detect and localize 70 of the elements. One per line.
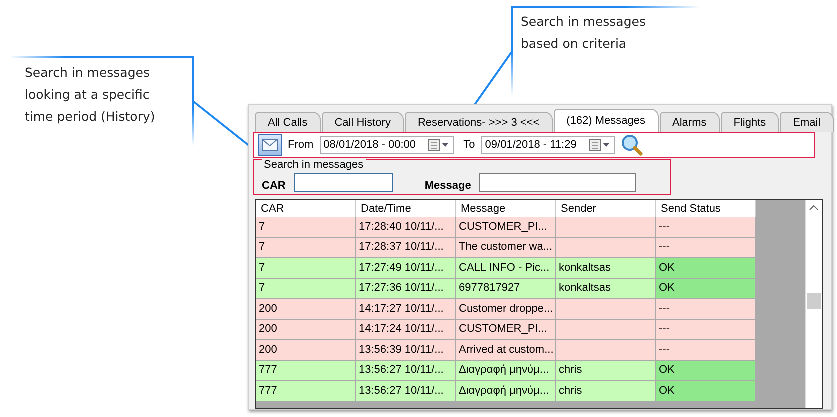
table-cell: konkaltsas xyxy=(556,278,656,299)
table-cell: OK xyxy=(656,381,756,402)
tab[interactable]: Email xyxy=(780,112,834,132)
envelope-icon[interactable] xyxy=(258,134,282,156)
tab[interactable]: Flights xyxy=(720,112,780,132)
scroll-up-icon[interactable] xyxy=(809,205,819,211)
scrollbar[interactable] xyxy=(805,200,822,408)
table-cell: --- xyxy=(656,217,756,238)
field-label: Message xyxy=(424,180,472,192)
scroll-thumb[interactable] xyxy=(807,293,821,309)
table-cell: 200 xyxy=(256,320,356,340)
tab[interactable]: Reservations- >>> 3 <<< xyxy=(404,112,553,132)
column-header[interactable]: Sender xyxy=(556,200,656,218)
calendar-icon[interactable] xyxy=(428,139,450,151)
column-header[interactable]: Send Status xyxy=(656,200,756,218)
table-cell: OK xyxy=(656,258,756,278)
from-label: From xyxy=(288,139,314,151)
table-cell: CUSTOMER_PI... xyxy=(456,217,556,238)
table-cell: 13:56:39 10/11/... xyxy=(356,340,456,360)
table-cell: OK xyxy=(656,278,756,299)
column-header[interactable]: Message xyxy=(456,200,556,218)
table-cell: --- xyxy=(656,340,756,360)
table-cell: 14:17:24 10/11/... xyxy=(356,320,456,340)
search-icon[interactable] xyxy=(621,134,644,156)
table-cell: --- xyxy=(656,320,756,340)
table-cell: 13:56:27 10/11/... xyxy=(356,360,456,381)
table-cell: konkaltsas xyxy=(556,258,656,278)
table-cell: The customer wa... xyxy=(456,238,556,258)
table-cell: Customer droppe... xyxy=(456,299,556,320)
table-cell: 17:27:49 10/11/... xyxy=(356,258,456,278)
tab[interactable]: Call History xyxy=(322,112,404,132)
table-cell: chris xyxy=(556,381,656,402)
field-label: CAR xyxy=(262,180,286,192)
input-field[interactable] xyxy=(479,173,636,192)
table-cell: --- xyxy=(656,299,756,320)
table-cell: chris xyxy=(556,360,656,381)
table-cell: 200 xyxy=(256,340,356,360)
table-cell: 200 xyxy=(256,299,356,320)
table-cell: 777 xyxy=(256,360,356,381)
table-cell: 7 xyxy=(256,217,356,238)
table-cell: 17:28:40 10/11/... xyxy=(356,217,456,238)
group-title: Search in messages xyxy=(262,159,366,171)
date-picker[interactable]: 09/01/2018 - 11:29 xyxy=(481,136,616,154)
table-cell: CUSTOMER_PI... xyxy=(456,320,556,340)
table-cell: 7 xyxy=(256,278,356,299)
table-cell: 7 xyxy=(256,238,356,258)
input-field[interactable] xyxy=(294,173,393,192)
table-cell: CALL INFO - Pic... xyxy=(456,258,556,278)
table-cell: 14:17:27 10/11/... xyxy=(356,299,456,320)
table-cell: Arrived at custom... xyxy=(456,340,556,360)
table-cell: Διαγραφή μηνύμ... xyxy=(456,381,556,402)
table-cell: --- xyxy=(656,238,756,258)
tab[interactable]: Alarms xyxy=(660,112,720,132)
to-label: To xyxy=(464,139,476,151)
column-header[interactable]: CAR xyxy=(256,200,356,218)
tab[interactable]: All Calls xyxy=(255,112,321,132)
date-picker[interactable]: 08/01/2018 - 00:00 xyxy=(320,136,454,154)
column-header[interactable]: Date/Time xyxy=(356,200,456,218)
table-cell: 6977817927 xyxy=(456,278,556,299)
callout-text: Search in messages based on criteria xyxy=(521,13,646,53)
table-cell: 777 xyxy=(256,381,356,402)
table-cell: 13:56:27 10/11/... xyxy=(356,381,456,402)
table-cell: 7 xyxy=(256,258,356,278)
tab[interactable]: (162) Messages xyxy=(554,109,659,132)
table-cell: OK xyxy=(656,360,756,381)
table-cell: 17:27:36 10/11/... xyxy=(356,278,456,299)
table-cell: Διαγραφή μηνύμ... xyxy=(456,360,556,381)
callout-text: Search in messages looking at a specific time period (History) xyxy=(25,64,156,126)
table-cell: 17:28:37 10/11/... xyxy=(356,238,456,258)
calendar-icon[interactable] xyxy=(589,139,612,151)
